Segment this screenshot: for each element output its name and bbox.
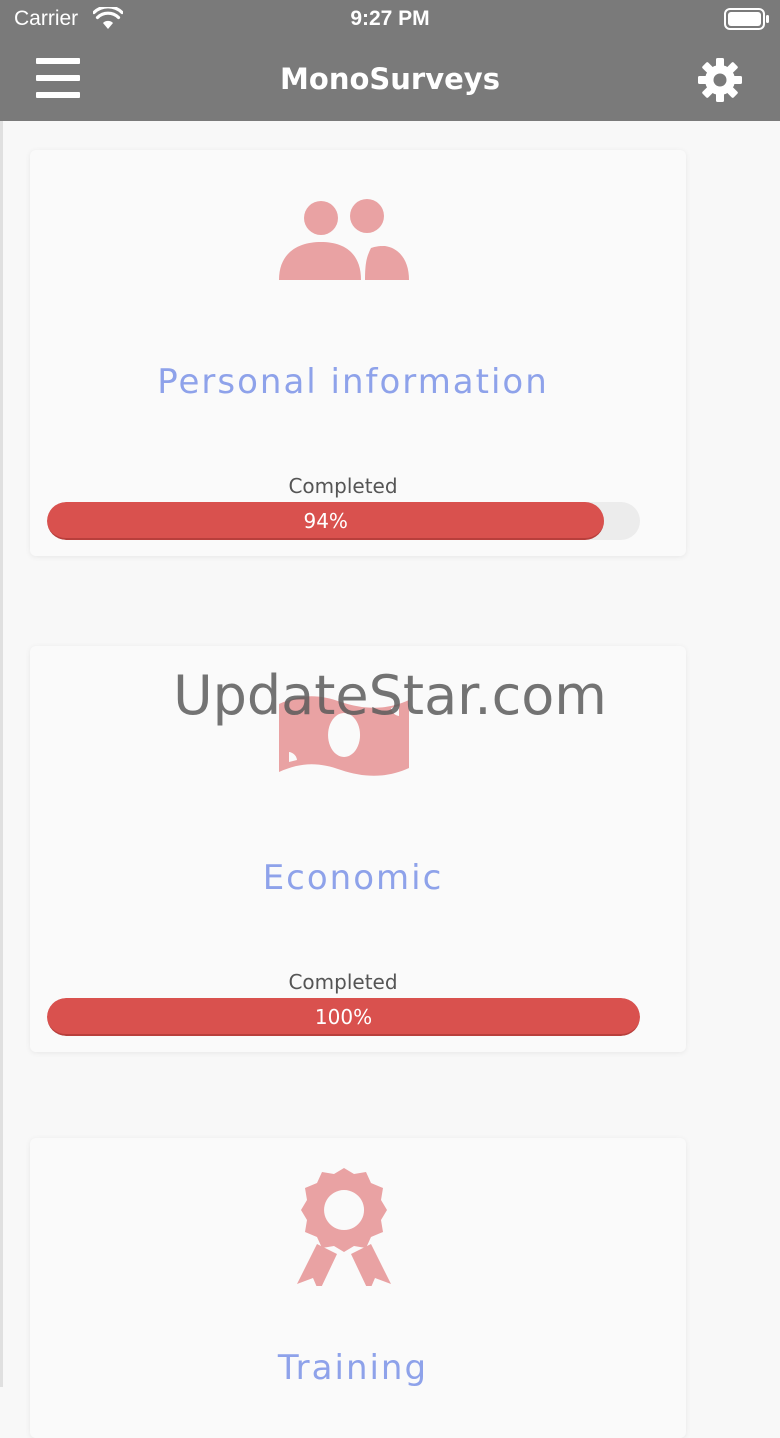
gear-icon[interactable] bbox=[696, 56, 744, 104]
progress-label: 100% bbox=[314, 1005, 373, 1029]
card-title: Economic bbox=[262, 858, 444, 898]
status-time: 9:27 PM bbox=[350, 7, 430, 30]
app-title: MonoSurveys bbox=[280, 62, 500, 96]
progress-bar: 94% bbox=[47, 502, 640, 540]
award-ribbon-icon bbox=[297, 1168, 391, 1286]
survey-card-economic[interactable]: Economic Completed 100% bbox=[30, 646, 686, 1052]
card-title: Personal information bbox=[157, 362, 549, 402]
status-bar: Carrier 9:27 PM bbox=[0, 0, 780, 40]
card-title: Training bbox=[277, 1348, 429, 1388]
users-icon bbox=[279, 199, 409, 280]
left-edge-divider bbox=[0, 121, 3, 1387]
progress-label: 94% bbox=[303, 509, 348, 533]
battery-icon bbox=[724, 8, 769, 30]
money-bill-icon bbox=[279, 696, 409, 776]
card-status: Completed bbox=[288, 474, 398, 498]
progress-bar: 100% bbox=[47, 998, 640, 1036]
nav-bar: MonoSurveys bbox=[0, 40, 780, 121]
survey-card-training[interactable]: Training bbox=[30, 1138, 686, 1438]
card-status: Completed bbox=[288, 970, 398, 994]
survey-card-personal-information[interactable]: Personal information Completed 94% bbox=[30, 150, 686, 556]
